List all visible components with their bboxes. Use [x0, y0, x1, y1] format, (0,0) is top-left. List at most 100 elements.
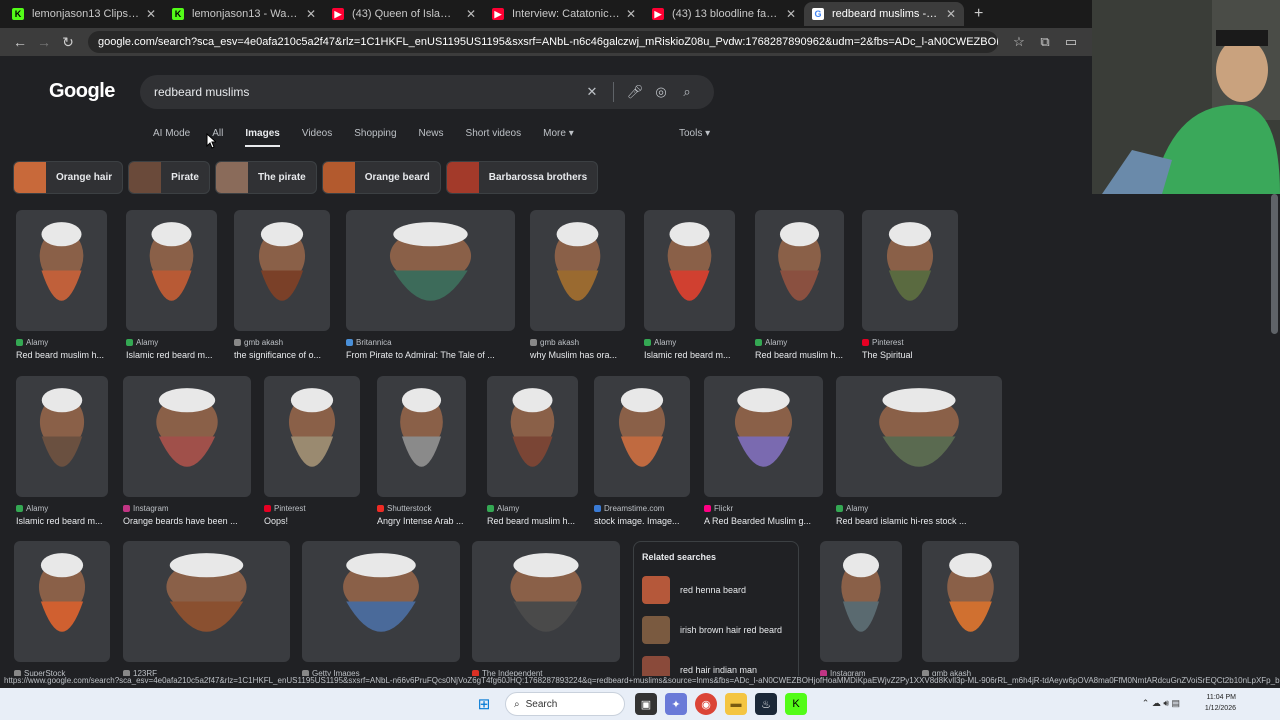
result-thumbnail[interactable]	[862, 210, 958, 331]
related-search-item[interactable]: red henna beard	[642, 570, 790, 610]
clock[interactable]: 11:04 PM 1/12/2026	[1205, 692, 1236, 714]
close-icon[interactable]: ✕	[626, 7, 636, 21]
result-thumbnail[interactable]	[644, 210, 735, 331]
result-thumbnail[interactable]	[836, 376, 1002, 497]
result-title[interactable]: Angry Intense Arab ...	[377, 516, 480, 526]
result-thumbnail[interactable]	[234, 210, 330, 331]
close-icon[interactable]: ✕	[146, 7, 156, 21]
source-name: Alamy	[136, 338, 159, 347]
related-search-item[interactable]: irish brown hair red beard	[642, 610, 790, 650]
task-view-icon[interactable]: ▣	[635, 693, 657, 715]
result-source[interactable]: Alamy	[16, 504, 108, 513]
result-thumbnail[interactable]	[755, 210, 844, 331]
result-thumbnail[interactable]	[346, 210, 515, 331]
result-thumbnail[interactable]	[16, 376, 108, 497]
result-title[interactable]: Red beard muslim h...	[16, 350, 121, 360]
result-title[interactable]: Oops!	[264, 516, 374, 526]
result-source[interactable]: Shutterstock	[377, 504, 466, 513]
result-title[interactable]: Red beard muslim h...	[487, 516, 592, 526]
extensions-icon[interactable]: ⧉	[1032, 34, 1058, 50]
mouse-cursor-icon	[206, 133, 216, 149]
taskbar-search-placeholder: Search	[525, 698, 558, 710]
status-url: https://www.google.com/search?sca_esv=4e…	[0, 676, 1280, 688]
result-source[interactable]: Dreamstime.com	[594, 504, 690, 513]
result-source[interactable]: Alamy	[487, 504, 578, 513]
result-thumbnail[interactable]	[16, 210, 107, 331]
result-thumbnail[interactable]	[123, 376, 251, 497]
browser-tab[interactable]: Klemonjason13 Clips - Watch Li✕	[4, 2, 164, 26]
kick-app-icon[interactable]: K	[785, 693, 807, 715]
forward-icon[interactable]: →	[32, 34, 56, 50]
result-title[interactable]: A Red Bearded Muslim g...	[704, 516, 837, 526]
result-thumbnail[interactable]	[530, 210, 625, 331]
result-title[interactable]: the significance of o...	[234, 350, 344, 360]
taskbar: ⊞ ⌕ Search ▣ ✦ ◉ ▬ ♨ K ⌃ ☁ 🔊︎ ▤ 11:04 PM 1…	[0, 688, 1280, 720]
result-source[interactable]: Alamy	[16, 338, 107, 347]
browser-tab[interactable]: ▶(43) 13 bloodline families - You✕	[644, 2, 804, 26]
result-thumbnail[interactable]	[264, 376, 360, 497]
chrome-icon[interactable]: ◉	[695, 693, 717, 715]
result-title[interactable]: From Pirate to Admiral: The Tale of ...	[346, 350, 529, 360]
browser-tab[interactable]: ▶Interview: Catatonic Schizophre✕	[484, 2, 644, 26]
result-thumbnail[interactable]	[487, 376, 578, 497]
result-source[interactable]: gmb akash	[530, 338, 625, 347]
result-thumbnail[interactable]	[594, 376, 690, 497]
result-thumbnail[interactable]	[922, 541, 1019, 662]
result-source[interactable]: Alamy	[644, 338, 735, 347]
result-title[interactable]: Red beard islamic hi-res stock ...	[836, 516, 1016, 526]
result-source[interactable]: Alamy	[836, 504, 1002, 513]
close-icon[interactable]: ✕	[466, 7, 476, 21]
new-tab-button[interactable]: +	[974, 5, 983, 23]
image-results-grid: Alamy Red beard muslim h... Alamy Islamic r…	[0, 56, 1092, 688]
result-thumbnail[interactable]	[472, 541, 620, 662]
source-favicon-icon	[836, 505, 843, 512]
result-source[interactable]: Pinterest	[264, 504, 360, 513]
result-title[interactable]: Islamic red beard m...	[126, 350, 231, 360]
result-thumbnail[interactable]	[126, 210, 217, 331]
back-icon[interactable]: ←	[8, 34, 32, 50]
browser-tab-active[interactable]: Gredbeard muslims - Google Sea✕	[804, 2, 964, 26]
result-thumbnail[interactable]	[302, 541, 460, 662]
result-title[interactable]: The Spiritual	[862, 350, 972, 360]
bookmark-star-icon[interactable]: ☆	[1006, 34, 1032, 50]
windows-start-icon[interactable]: ⊞	[473, 693, 495, 715]
result-title[interactable]: Red beard muslim h...	[755, 350, 858, 360]
close-icon[interactable]: ✕	[306, 7, 316, 21]
webcam-overlay	[1092, 0, 1280, 194]
taskbar-search[interactable]: ⌕ Search	[505, 692, 625, 716]
result-source[interactable]: Instagram	[123, 504, 251, 513]
result-title[interactable]: Islamic red beard m...	[16, 516, 122, 526]
kick-icon: K	[172, 8, 184, 20]
url-field[interactable]: google.com/search?sca_esv=4e0afa210c5a2f…	[88, 31, 998, 53]
result-source[interactable]: Flickr	[704, 504, 823, 513]
result-thumbnail[interactable]	[820, 541, 902, 662]
result-title[interactable]: stock image. Image...	[594, 516, 704, 526]
close-icon[interactable]: ✕	[946, 7, 956, 21]
reload-icon[interactable]: ↻	[56, 34, 80, 51]
steam-icon[interactable]: ♨	[755, 693, 777, 715]
result-source[interactable]: Pinterest	[862, 338, 958, 347]
result-source[interactable]: Alamy	[755, 338, 844, 347]
result-source[interactable]: Alamy	[126, 338, 217, 347]
result-source[interactable]: gmb akash	[234, 338, 330, 347]
result-title[interactable]: why Muslim has ora...	[530, 350, 639, 360]
copilot-icon[interactable]: ✦	[665, 693, 687, 715]
result-thumbnail[interactable]	[123, 541, 290, 662]
clock-time: 11:04 PM	[1206, 694, 1236, 701]
source-favicon-icon	[487, 505, 494, 512]
browser-tab[interactable]: ▶(43) Queen of Islam: Elizabeth I✕	[324, 2, 484, 26]
result-thumbnail[interactable]	[377, 376, 466, 497]
result-title[interactable]: Islamic red beard m...	[644, 350, 749, 360]
system-tray-icons[interactable]: ⌃ ☁ 🔊︎ ▤	[1142, 698, 1180, 709]
sidebar-icon[interactable]: ▭	[1058, 34, 1084, 50]
browser-tab[interactable]: Klemonjason13 - Watch clips✕	[164, 2, 324, 26]
result-thumbnail[interactable]	[704, 376, 823, 497]
result-source[interactable]: Britannica	[346, 338, 515, 347]
tab-strip: Klemonjason13 Clips - Watch Li✕ Klemonja…	[0, 0, 1092, 28]
source-name: Alamy	[846, 504, 869, 513]
file-explorer-icon[interactable]: ▬	[725, 693, 747, 715]
close-icon[interactable]: ✕	[786, 7, 796, 21]
result-thumbnail[interactable]	[14, 541, 110, 662]
scrollbar[interactable]	[1271, 194, 1278, 334]
result-title[interactable]: Orange beards have been ...	[123, 516, 265, 526]
